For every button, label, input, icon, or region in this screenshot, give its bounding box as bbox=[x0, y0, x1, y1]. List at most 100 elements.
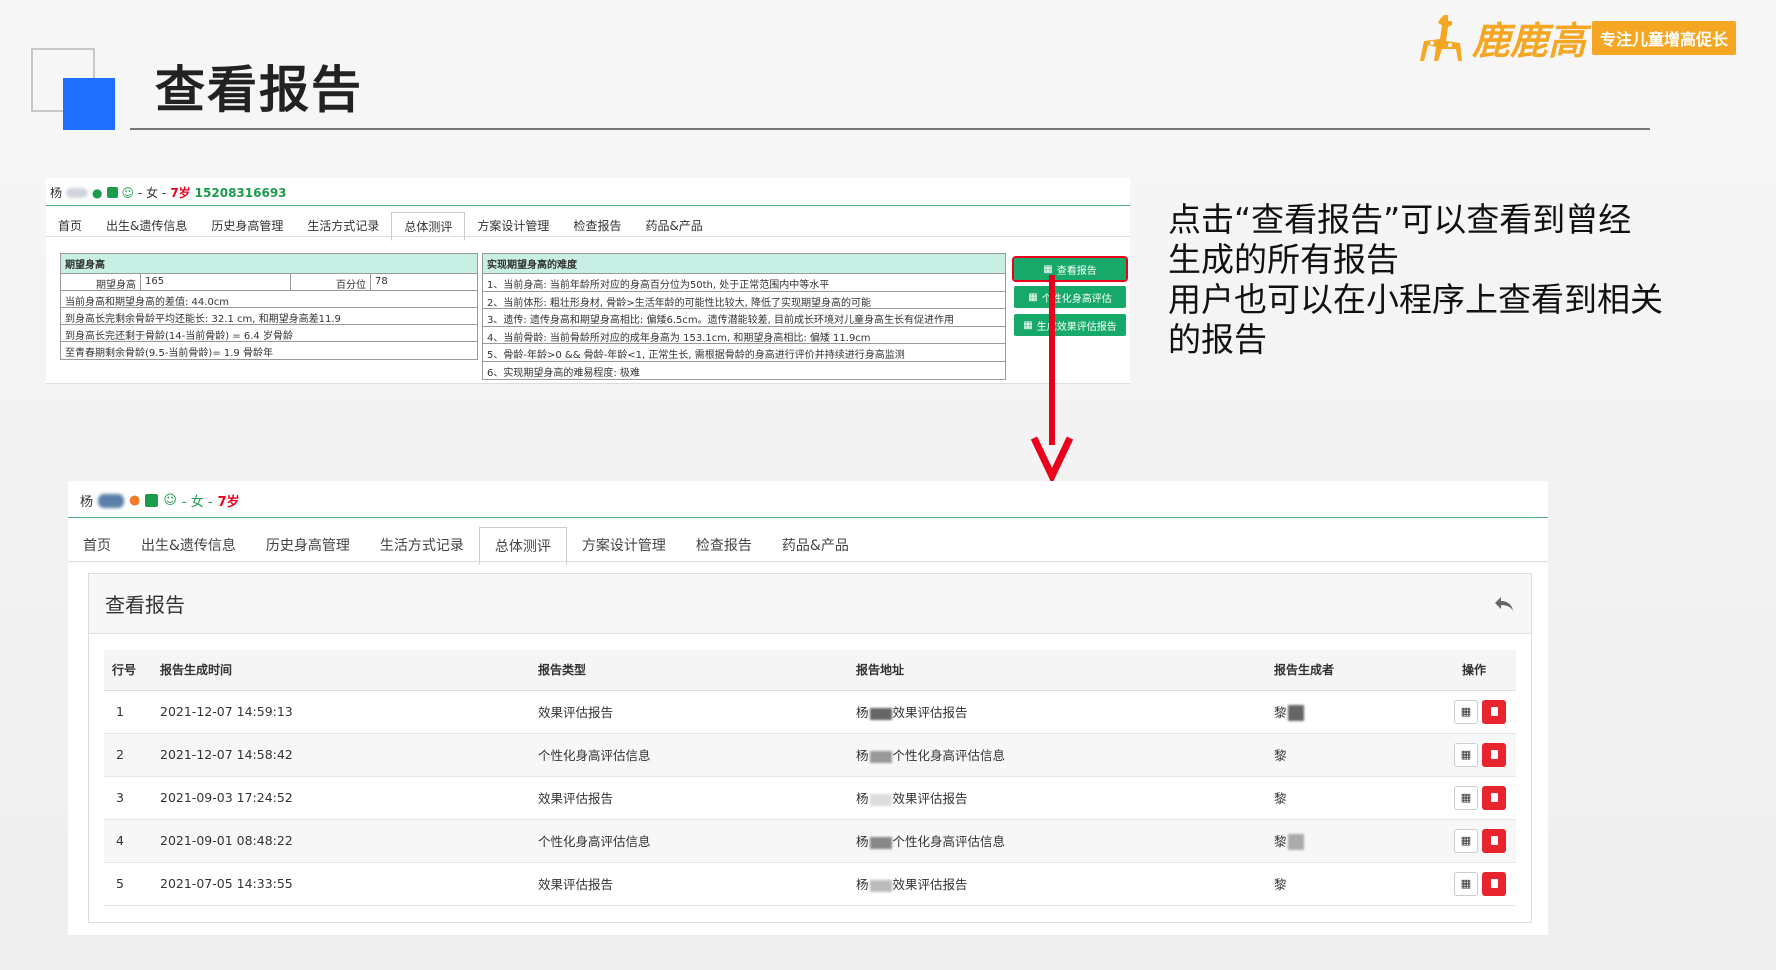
delete-report-button[interactable] bbox=[1482, 871, 1506, 896]
patient-name: 杨 bbox=[50, 186, 63, 200]
row-number: 3 bbox=[104, 776, 152, 820]
view-report-button[interactable]: ▦ bbox=[1454, 785, 1478, 810]
report-address[interactable]: 杨 个性化身高评估信息 bbox=[848, 819, 1266, 863]
difficulty-grid: 实现期望身高的难度 1、当前身高: 当前年龄所对应的身高百分位为50th, 处于… bbox=[482, 253, 1006, 380]
tab-medicine-products[interactable]: 药品&产品 bbox=[767, 527, 864, 565]
personalized-assessment-button[interactable]: ▦ 个性化身高评估 bbox=[1014, 286, 1126, 308]
address-prefix: 杨 bbox=[856, 705, 869, 720]
view-report-button[interactable]: ▦ bbox=[1454, 871, 1478, 896]
view-report-button[interactable]: ▦ bbox=[1454, 742, 1478, 767]
report-address[interactable]: 杨 效果评估报告 bbox=[848, 776, 1266, 820]
age-label: 7岁 bbox=[217, 495, 240, 510]
masked-name bbox=[98, 493, 125, 508]
masked-text bbox=[869, 793, 892, 806]
brand-logo: 鹿鹿高 专注儿童增高促长 bbox=[1414, 10, 1737, 65]
instruction-line: 生成的所有报告 bbox=[1168, 240, 1399, 279]
trash-icon bbox=[1490, 750, 1498, 759]
address-prefix: 杨 bbox=[856, 877, 869, 892]
arrow-down-icon bbox=[1030, 436, 1074, 482]
grid-icon: ▦ bbox=[1460, 834, 1472, 847]
instruction-line: 的报告 bbox=[1168, 320, 1267, 359]
creator: 黎 bbox=[1266, 733, 1426, 777]
view-report-button[interactable]: ▦ bbox=[1454, 699, 1478, 724]
creator: 黎 bbox=[1266, 819, 1426, 863]
delete-report-button[interactable] bbox=[1482, 699, 1506, 724]
grid-row: 4、当前骨龄: 当前骨龄所对应的成年身高为 153.1cm, 和期望身高相比: … bbox=[483, 327, 1005, 344]
grid-row: 6、实现期望身高的难易程度: 极难 bbox=[487, 367, 640, 379]
report-card: 查看报告 行号 报告生成时间 报告类型 报告地址 报告生成者 操作 1 2021… bbox=[88, 573, 1532, 923]
grid-row: 到身高长完还剩于骨龄(14-当前骨龄) = 6.4 岁骨龄 bbox=[61, 325, 477, 342]
address-suffix: 效果评估报告 bbox=[892, 791, 968, 806]
report-address[interactable]: 杨 效果评估报告 bbox=[848, 862, 1266, 906]
button-label: 查看报告 bbox=[1056, 265, 1097, 277]
view-report-button[interactable]: ▦ 查看报告 bbox=[1012, 256, 1128, 282]
age-label: 7岁 bbox=[170, 186, 191, 200]
address-suffix: 效果评估报告 bbox=[892, 705, 968, 720]
brand-tagline: 专注儿童增高促长 bbox=[1592, 20, 1737, 55]
card-title: 查看报告 bbox=[105, 593, 185, 617]
back-reply-icon[interactable] bbox=[1493, 595, 1515, 613]
row-number: 2 bbox=[104, 733, 152, 777]
report-type: 效果评估报告 bbox=[530, 690, 848, 734]
phone-number: 15208316693 bbox=[194, 185, 287, 200]
grid-icon: ▦ bbox=[1460, 791, 1472, 804]
col-actions: 操作 bbox=[1426, 650, 1516, 691]
user-icon: ☺ bbox=[121, 185, 135, 200]
tab-plan-design[interactable]: 方案设计管理 bbox=[567, 527, 681, 565]
row-actions: ▦ bbox=[1426, 690, 1516, 734]
address-prefix: 杨 bbox=[856, 834, 869, 849]
tab-overall-assessment[interactable]: 总体测评 bbox=[478, 527, 567, 565]
row-actions: ▦ bbox=[1426, 862, 1516, 906]
row-number: 5 bbox=[104, 862, 152, 906]
report-address[interactable]: 杨 个性化身高评估信息 bbox=[848, 733, 1266, 777]
report-address[interactable]: 杨 效果评估报告 bbox=[848, 690, 1266, 734]
tab-lifestyle[interactable]: 生活方式记录 bbox=[365, 527, 479, 565]
creator-name: 黎 bbox=[1274, 748, 1287, 763]
tab-height-history[interactable]: 历史身高管理 bbox=[251, 527, 365, 565]
tab-exam-report[interactable]: 检查报告 bbox=[681, 527, 767, 565]
slide-title: 查看报告 bbox=[155, 61, 363, 119]
masked-text bbox=[869, 836, 892, 849]
tab-divider bbox=[68, 561, 1548, 562]
address-suffix: 个性化身高评估信息 bbox=[892, 748, 1006, 763]
delete-report-button[interactable] bbox=[1482, 785, 1506, 810]
tab-divider bbox=[46, 236, 1130, 237]
masked-text bbox=[869, 879, 892, 892]
trash-icon bbox=[1490, 707, 1498, 716]
generated-time: 2021-07-05 14:33:55 bbox=[152, 862, 530, 906]
instruction-line: 点击“查看报告”可以查看到曾经 bbox=[1168, 200, 1632, 239]
tab-birth-genetics[interactable]: 出生&遗传信息 bbox=[126, 527, 251, 565]
delete-report-button[interactable] bbox=[1482, 828, 1506, 853]
grid-icon: ▦ bbox=[1028, 291, 1038, 303]
masked-name bbox=[66, 187, 89, 198]
grid-icon: ▦ bbox=[1023, 319, 1033, 331]
row-number: 1 bbox=[104, 690, 152, 734]
address-suffix: 效果评估报告 bbox=[892, 877, 968, 892]
assessment-screenshot: 杨 ● ☺ - 女 - 7岁 15208316693 首页 出生&遗传信息 历史… bbox=[46, 178, 1130, 384]
row-actions: ▦ bbox=[1426, 733, 1516, 777]
row-number: 4 bbox=[104, 819, 152, 863]
generate-effect-report-button[interactable]: ▦ 生成效果评估报告 bbox=[1014, 314, 1126, 336]
patient-name: 杨 bbox=[80, 495, 94, 510]
checkbox-icon bbox=[106, 187, 118, 198]
patient-info: 杨 ● ☺ - 女 - 7岁 bbox=[80, 491, 240, 510]
table-row: 3 2021-09-03 17:24:52 效果评估报告 杨效果评估报告 黎 ▦ bbox=[104, 776, 1516, 820]
creator: 黎 bbox=[1266, 862, 1426, 906]
header-divider bbox=[46, 205, 1130, 206]
masked-text bbox=[869, 707, 892, 720]
creator: 黎 bbox=[1266, 776, 1426, 820]
value-percentile: 78 bbox=[375, 276, 388, 287]
col-creator: 报告生成者 bbox=[1266, 650, 1426, 691]
report-list-screenshot: 杨 ● ☺ - 女 - 7岁 首页 出生&遗传信息 历史身高管理 生活方式记录 … bbox=[68, 481, 1548, 935]
decor-blue-square bbox=[63, 78, 115, 130]
patient-info: 杨 ● ☺ - 女 - 7岁 15208316693 bbox=[50, 184, 287, 201]
report-table: 行号 报告生成时间 报告类型 报告地址 报告生成者 操作 1 2021-12-0… bbox=[104, 650, 1516, 906]
card-header: 查看报告 bbox=[89, 574, 1531, 634]
view-report-button[interactable]: ▦ bbox=[1454, 828, 1478, 853]
checkbox-icon bbox=[145, 494, 159, 507]
table-row: 4 2021-09-01 08:48:22 个性化身高评估信息 杨个性化身高评估… bbox=[104, 819, 1516, 863]
trash-icon bbox=[1490, 793, 1498, 802]
delete-report-button[interactable] bbox=[1482, 742, 1506, 767]
tab-home[interactable]: 首页 bbox=[68, 527, 126, 565]
grid-icon: ▦ bbox=[1460, 877, 1472, 890]
